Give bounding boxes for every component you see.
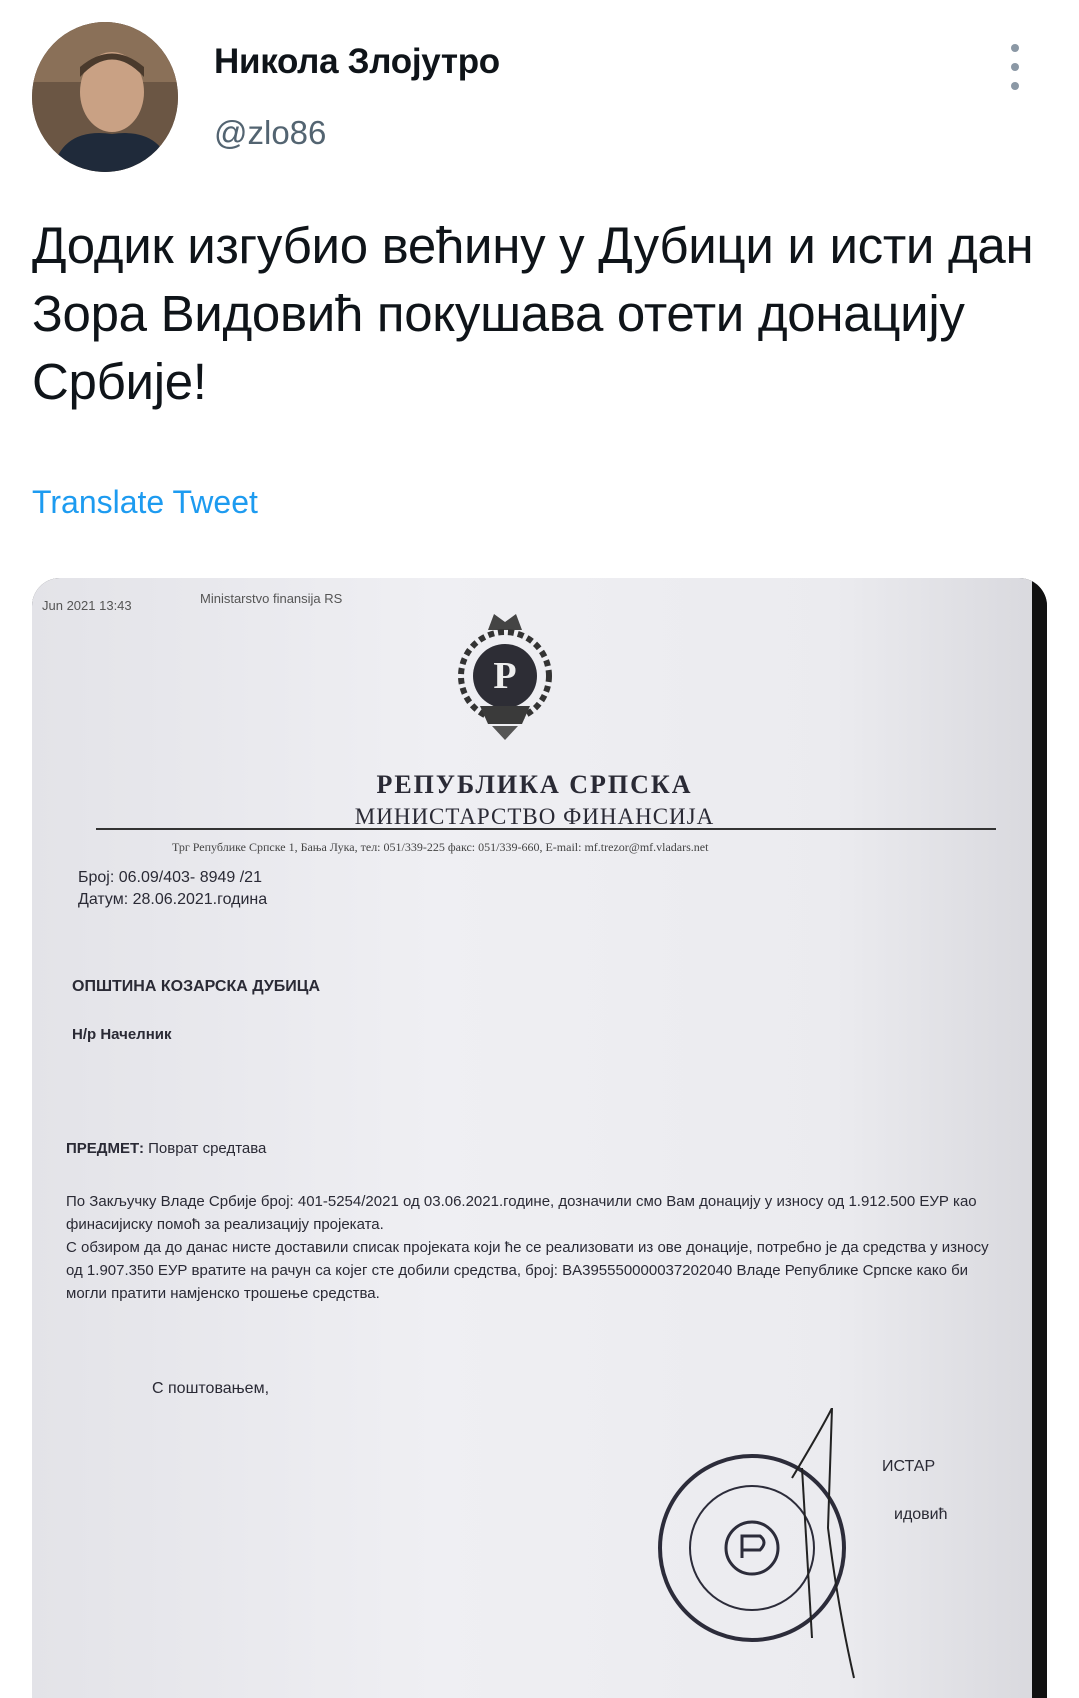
republic-heading: РЕПУБЛИКА СРПСКА xyxy=(376,770,693,799)
avatar[interactable] xyxy=(32,22,178,172)
fax-header-sender: Ministarstvo finansija RS xyxy=(200,591,343,606)
fax-header-date: Jun 2021 13:43 xyxy=(42,598,132,613)
tweet-text: Додик изгубио већину у Дубици и исти дан… xyxy=(32,217,1034,410)
document-date: Датум: 28.06.2021.година xyxy=(78,891,268,908)
letter-body-paragraph-1: По Закључку Владе Србије број: 401-5254/… xyxy=(66,1193,977,1233)
coat-of-arms-icon: P xyxy=(458,614,552,740)
subject-line: ПРЕДМЕТ: Поврат средтава xyxy=(66,1140,266,1157)
closing: С поштовањем, xyxy=(152,1380,270,1397)
tweet-photo[interactable]: Jun 2021 13:43 Ministarstvo finansija RS… xyxy=(32,578,1047,1698)
translate-tweet-link[interactable]: Translate Tweet xyxy=(32,484,258,521)
letterhead-divider xyxy=(96,828,996,830)
signature-name: идовић xyxy=(894,1506,948,1523)
ministry-heading: МИНИСТАРСТВО ФИНАНСИЈА xyxy=(354,804,715,829)
letter-body-paragraph-2: С обзиром да до данас нисте доставили сп… xyxy=(66,1239,989,1302)
avatar-photo xyxy=(32,22,178,172)
photo-background-edge xyxy=(1032,578,1047,1698)
svg-text:P: P xyxy=(493,655,516,697)
address-line: Трг Републике Српске 1, Бања Лука, тел: … xyxy=(172,840,709,854)
document-paper: Jun 2021 13:43 Ministarstvo finansija RS… xyxy=(32,578,1037,1698)
document-number: Број: 06.09/403- 8949 /21 xyxy=(78,869,262,886)
recipient-attention: Н/р Начелник xyxy=(72,1026,172,1043)
subject-text: Поврат средтава xyxy=(148,1140,267,1157)
official-stamp-icon xyxy=(658,1408,855,1679)
author-name[interactable]: Никола Злојутро xyxy=(214,42,500,82)
recipient: ОПШТИНА КОЗАРСКА ДУБИЦА xyxy=(72,978,321,995)
more-vertical-icon[interactable] xyxy=(1000,44,1030,90)
subject-label: ПРЕДМЕТ: xyxy=(66,1140,144,1157)
letter-body: По Закључку Владе Србије број: 401-5254/… xyxy=(66,1190,996,1305)
author-handle[interactable]: @zlo86 xyxy=(214,114,326,152)
signature-title: ИСТАР xyxy=(882,1458,936,1475)
